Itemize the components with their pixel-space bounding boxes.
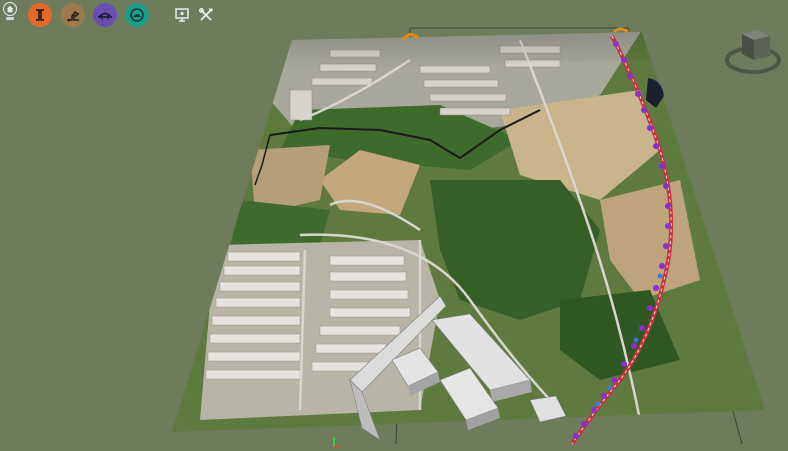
- view-cube-right[interactable]: [754, 36, 770, 60]
- home-button[interactable]: [3, 2, 17, 16]
- home-icon: [6, 5, 14, 13]
- tools-icon: [199, 8, 213, 21]
- ruler-icon: [36, 9, 44, 21]
- bridge-icon: [98, 12, 112, 20]
- view-cube[interactable]: [724, 22, 782, 80]
- bridge-tool-button[interactable]: [93, 3, 117, 27]
- axis-gizmo: [326, 432, 342, 448]
- monitor-icon: [175, 8, 189, 22]
- measure-tool-button[interactable]: [28, 3, 52, 27]
- underground-tool-button[interactable]: [125, 3, 149, 27]
- settings-button[interactable]: [195, 4, 217, 26]
- toolbar: [0, 0, 230, 30]
- home-indicator: [6, 17, 14, 20]
- tunnel-icon: [130, 8, 144, 22]
- 3d-viewport[interactable]: [0, 0, 788, 448]
- display-button[interactable]: [171, 4, 193, 26]
- terrain-map[interactable]: [0, 0, 788, 444]
- orange-marker: [612, 27, 629, 34]
- excavator-icon: [67, 10, 80, 22]
- terrain-tool-button[interactable]: [61, 3, 85, 27]
